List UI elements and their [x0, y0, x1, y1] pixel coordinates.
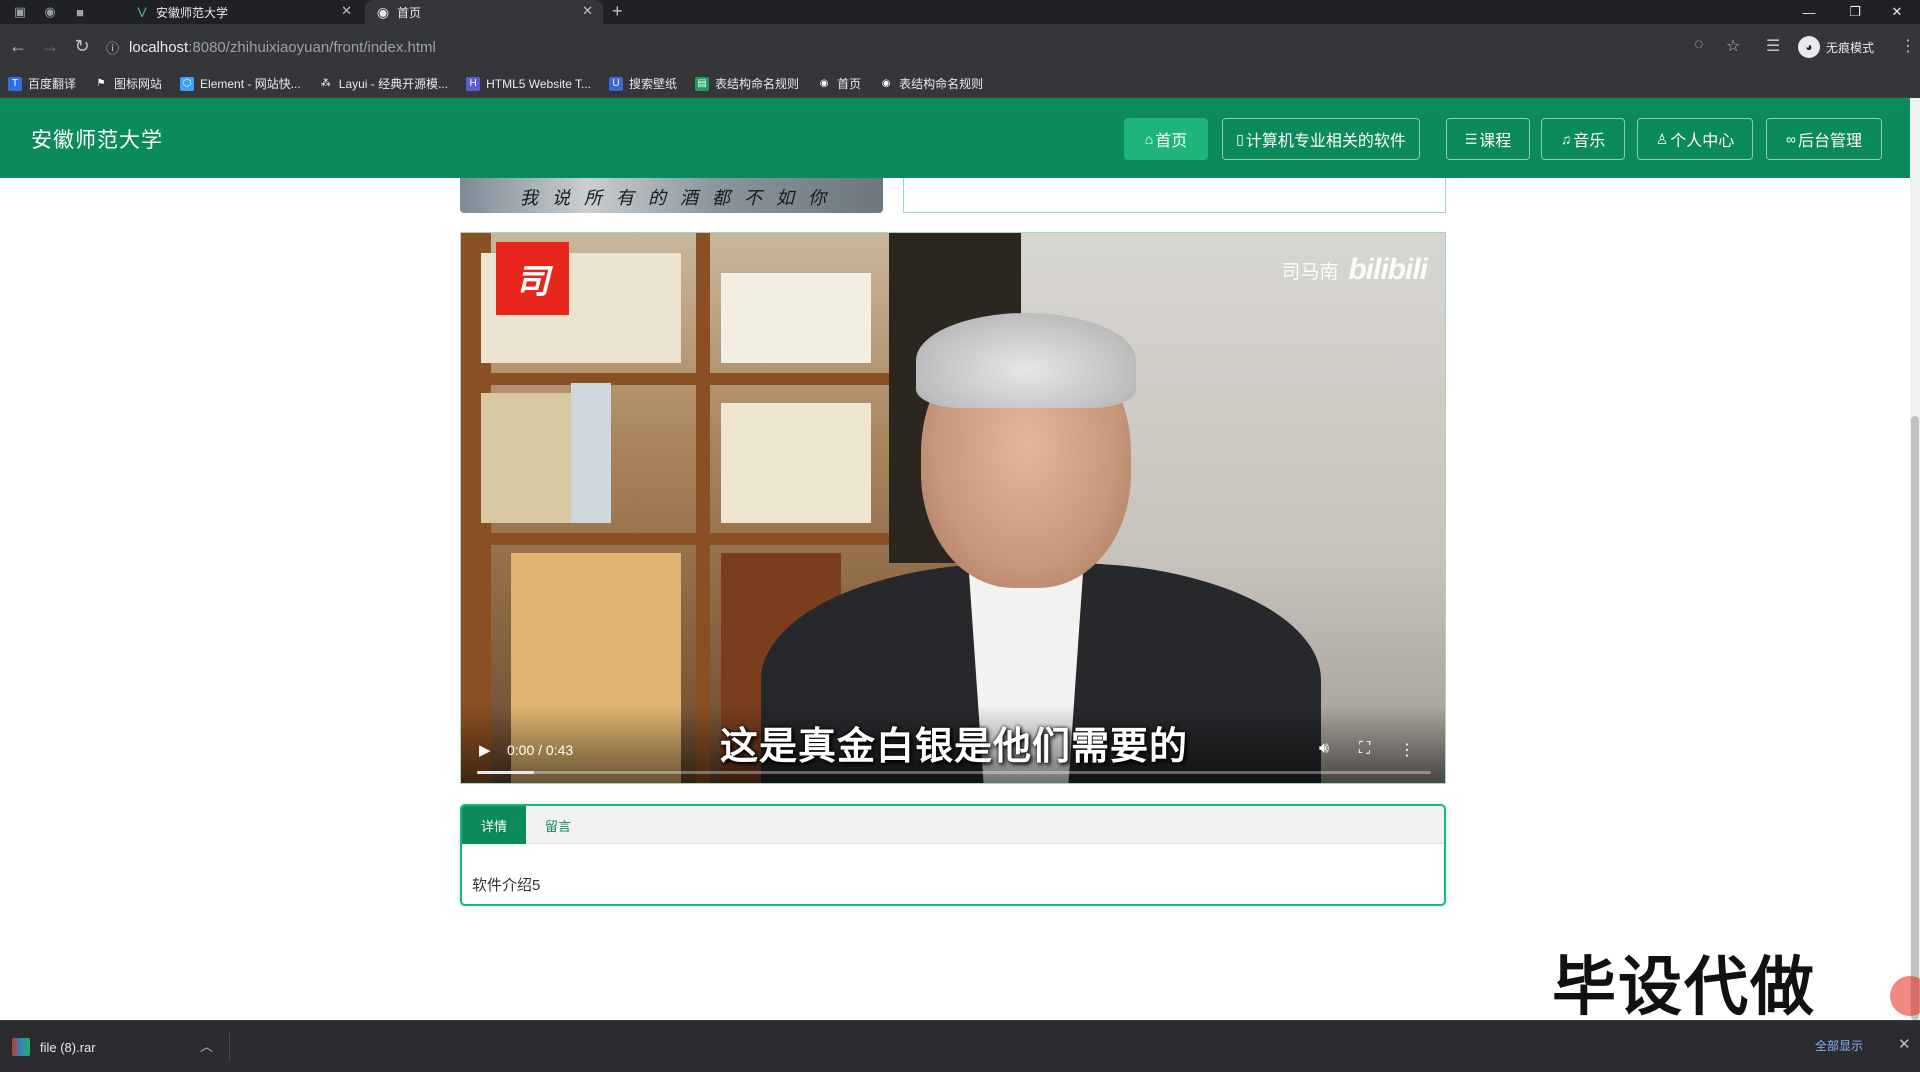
downloads-bar: file (8).rar ︿ 全部显示 ✕ [0, 1020, 1920, 1072]
wallpaper-icon: U [609, 76, 624, 91]
nav-admin[interactable]: ∞ 后台管理 [1766, 118, 1882, 160]
nav-software[interactable]: ▯ 计算机专业相关的软件 [1222, 118, 1420, 160]
bookmark-item[interactable]: ▤ 表结构命名规则 [695, 75, 799, 92]
bookmark-item[interactable]: ◉ 表结构命名规则 [879, 75, 983, 92]
url-host: localhost [129, 38, 189, 56]
video-progress-bar[interactable] [477, 771, 1431, 774]
user-icon: ♙ [1655, 130, 1669, 147]
bookmark-item[interactable]: ⁂ Layui - 经典开源模... [319, 75, 448, 92]
video-progress-fill [477, 771, 535, 774]
element-icon: ⬡ [180, 76, 195, 91]
address-bar[interactable]: ⓘ localhost:8080/zhihuixiaoyuan/front/in… [106, 32, 1766, 62]
detail-text: 软件介绍5 [472, 877, 541, 894]
browser-tab-home[interactable]: ◉ 首页 ✕ [365, 0, 603, 24]
bookmarks-bar: T 百度翻译 ⚑ 图标网站 ⬡ Element - 网站快... ⁂ Layui - 经… [0, 70, 1920, 98]
bilibili-tab-icon[interactable]: ▣ [8, 2, 32, 22]
layui-icon: ⁂ [320, 77, 331, 89]
nav-home[interactable]: ⌂ 首页 [1124, 118, 1208, 160]
bookmark-item[interactable]: H HTML5 Website T... [466, 76, 591, 91]
close-icon[interactable]: ✕ [1898, 1035, 1911, 1053]
incognito-indicator[interactable]: ◕ 无痕模式 [1798, 33, 1874, 61]
html5-icon: H [466, 76, 481, 91]
bookmark-item[interactable]: ⚑ 图标网站 [94, 75, 163, 92]
video-player[interactable]: 司 司马南 bilibili ▶ 0:00 / 0:43 🔊︎ ⛶ ⋮ 这是真金… [460, 232, 1446, 784]
tab-title: 安徽师范大学 [156, 5, 229, 20]
bookmark-item[interactable]: T 百度翻译 [8, 75, 76, 92]
site-title: 安徽师范大学 [31, 129, 163, 152]
reading-list-icon[interactable]: ☰ [1766, 36, 1780, 56]
menu-icon[interactable]: ⋮ [1900, 36, 1916, 56]
globe-icon: ◉ [819, 77, 829, 89]
close-tab-icon[interactable]: ✕ [582, 3, 593, 19]
link-icon: ∞ [1786, 131, 1796, 147]
globe-tab-icon[interactable]: ◉ [38, 2, 62, 22]
chevron-up-icon[interactable]: ︿ [200, 1036, 213, 1055]
bilibili-logo: bilibili [1348, 253, 1428, 286]
close-window-icon[interactable]: ✕ [1874, 0, 1920, 24]
nav-music[interactable]: ♫ 音乐 [1541, 118, 1625, 160]
show-all-downloads[interactable]: 全部显示 [1815, 1037, 1863, 1054]
globe-icon: ◉ [881, 77, 891, 89]
back-icon[interactable]: ← [6, 36, 30, 57]
bookmark-item[interactable]: ⬡ Element - 网站快... [180, 75, 301, 92]
tab-comments[interactable]: 留言 [526, 806, 590, 844]
watermark-name: 司马南 [1281, 261, 1339, 283]
new-tab-button[interactable]: + [612, 1, 623, 22]
eye-off-icon[interactable]: ◌ [1694, 36, 1704, 54]
bookmark-item[interactable]: U 搜索壁纸 [609, 75, 677, 92]
incognito-label: 无痕模式 [1826, 40, 1875, 55]
sheet-icon: ▤ [695, 76, 710, 91]
channel-logo: 司 [496, 242, 569, 315]
star-icon[interactable]: ☆ [1726, 36, 1740, 56]
incognito-icon: ◕ [1798, 36, 1820, 58]
globe-icon: ◉ [376, 4, 390, 20]
tab-details[interactable]: 详情 [462, 806, 526, 844]
minimize-icon[interactable]: — [1786, 0, 1832, 24]
cover-caption: 我说所有的酒都不如你 [520, 188, 840, 209]
tab-title: 首页 [397, 5, 422, 20]
url-path: :8080/zhihuixiaoyuan/front/index.html [188, 38, 436, 56]
nav-profile[interactable]: ♙ 个人中心 [1637, 118, 1753, 160]
browser-toolbar: ← → ↻ ⓘ localhost:8080/zhihuixiaoyuan/fr… [0, 24, 1920, 70]
restore-icon[interactable]: ❐ [1832, 0, 1878, 24]
translate-icon: T [8, 76, 22, 91]
home-icon: ⌂ [1144, 131, 1154, 147]
video-watermark: 司马南 bilibili [1281, 253, 1428, 287]
layers-icon: ☰ [1464, 130, 1478, 147]
scroll-thumb[interactable] [1911, 416, 1919, 1020]
info-icon[interactable]: ⓘ [106, 38, 119, 57]
info-box [903, 178, 1446, 213]
cover-image: 我说所有的酒都不如你 [460, 178, 883, 213]
download-filename: file (8).rar [40, 1039, 96, 1055]
page-viewport: 安徽师范大学 ⌂ 首页 ▯ 计算机专业相关的软件 ☰ 课程 ♫ 音乐 ♙ 个人中心 ∞ 后台… [0, 98, 1920, 1020]
close-tab-icon[interactable]: ✕ [341, 3, 352, 19]
bookmark-item[interactable]: ◉ 首页 [817, 75, 861, 92]
music-icon: ♫ [1560, 131, 1572, 147]
nav-courses[interactable]: ☰ 课程 [1446, 118, 1530, 160]
archive-icon [12, 1038, 30, 1056]
overlay-watermark-text: 毕设代做 [1552, 951, 1816, 1020]
detail-tabs: 详情 留言 软件介绍5 [460, 804, 1446, 906]
tabs-bar: 详情 留言 [462, 806, 1444, 844]
book-icon: ▯ [1236, 130, 1244, 147]
browser-chrome: ▣ ◉ ■ V 安徽师范大学 ✕ ◉ 首页 ✕ + — ❐ ✕ ← → ↻ ⓘ … [0, 0, 1920, 98]
flag-icon: ⚑ [96, 77, 106, 89]
forward-icon[interactable]: → [38, 36, 62, 57]
window-tab-icon[interactable]: ■ [68, 2, 92, 22]
page-scrollbar[interactable] [1910, 98, 1920, 1020]
video-subtitle: 这是真金白银是他们需要的 [719, 726, 1188, 768]
browser-tab-site[interactable]: V 安徽师范大学 ✕ [124, 0, 362, 24]
vue-icon: V [137, 4, 147, 20]
tab-strip: ▣ ◉ ■ V 安徽师范大学 ✕ ◉ 首页 ✕ + — ❐ ✕ [0, 0, 1920, 24]
reload-icon[interactable]: ↻ [70, 36, 94, 57]
download-item[interactable]: file (8).rar ︿ [12, 1033, 230, 1061]
site-header: 安徽师范大学 ⌂ 首页 ▯ 计算机专业相关的软件 ☰ 课程 ♫ 音乐 ♙ 个人中心 ∞ 后台… [0, 98, 1910, 178]
